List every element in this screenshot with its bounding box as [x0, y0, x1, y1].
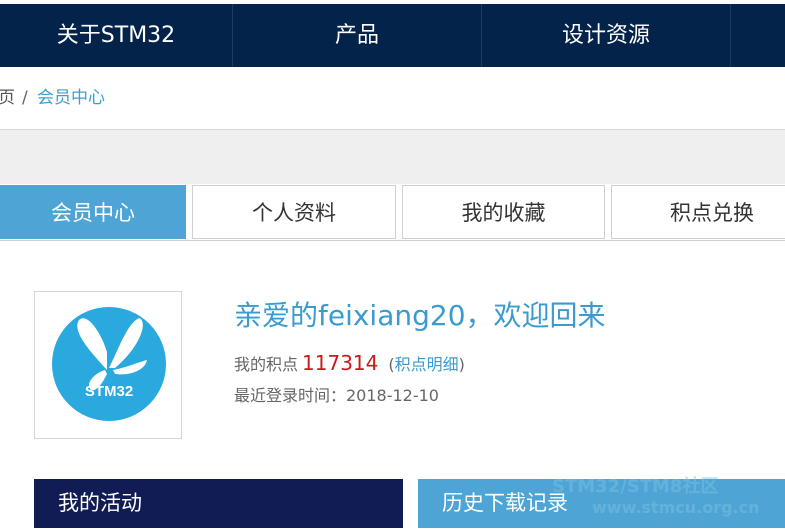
last-login-time: 最近登录时间：2018-12-10: [234, 386, 439, 405]
points-detail-group: (积点明细): [388, 355, 465, 374]
points-label: 我的积点: [234, 355, 299, 374]
points-value: 117314: [302, 351, 379, 375]
member-tabs: 会员中心 个人资料 我的收藏 积点兑换: [0, 184, 785, 241]
points-detail-link[interactable]: 积点明细: [395, 355, 459, 374]
tab-underline: [0, 240, 785, 241]
nav-item-design-resources[interactable]: 设计资源: [482, 4, 730, 67]
nav-divider: [730, 4, 731, 67]
watermark-url: www.stmcu.org.cn: [592, 498, 760, 517]
breadcrumb-current[interactable]: 会员中心: [37, 67, 105, 129]
logo-text: STM32: [85, 383, 133, 400]
top-navigation: 关于STM32 产品 设计资源: [0, 4, 785, 67]
avatar[interactable]: STM32: [34, 291, 182, 439]
my-activities-header: 我的活动: [34, 479, 403, 528]
stm32-logo-icon: STM32: [52, 307, 166, 421]
header-strip: [0, 130, 785, 184]
tab-profile[interactable]: 个人资料: [192, 185, 396, 239]
nav-item-about-stm32[interactable]: 关于STM32: [0, 4, 232, 67]
nav-item-products[interactable]: 产品: [233, 4, 481, 67]
tab-points-exchange[interactable]: 积点兑换: [611, 185, 785, 239]
points-row: 我的积点 117314 (积点明细): [234, 351, 465, 375]
breadcrumb: 页 / 会员中心: [0, 67, 785, 130]
tab-member-center[interactable]: 会员中心: [0, 185, 186, 239]
points-paren-close: ): [458, 355, 465, 374]
breadcrumb-separator: /: [22, 88, 28, 108]
tab-favorites[interactable]: 我的收藏: [402, 185, 605, 239]
breadcrumb-home-link[interactable]: 页: [0, 67, 15, 129]
watermark: STM32/STM8社区: [552, 476, 719, 497]
welcome-message: 亲爱的feixiang20，欢迎回来: [234, 299, 606, 332]
